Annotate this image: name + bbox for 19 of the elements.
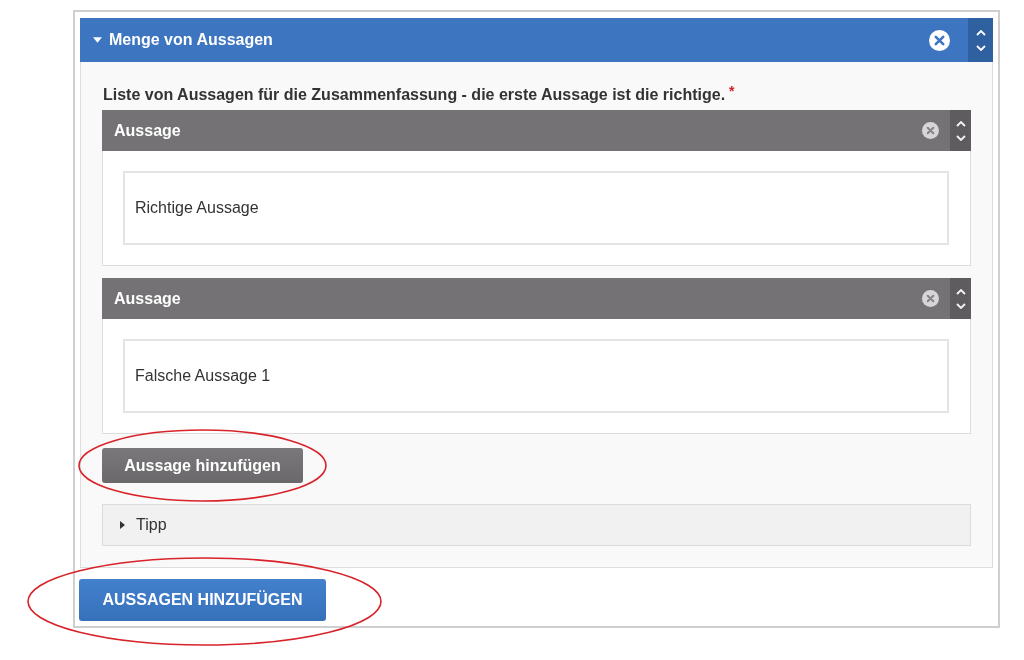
text-field[interactable]: Falsche Aussage 1 xyxy=(123,339,949,413)
close-icon[interactable] xyxy=(922,122,939,139)
hint-toggle[interactable]: Tipp xyxy=(102,504,971,546)
caret-down-icon[interactable] xyxy=(93,37,102,43)
field-label: Liste von Aussagen für die Zusammenfassung - die erste Aussage ist die richtige. xyxy=(103,86,726,103)
chevron-down-icon[interactable] xyxy=(955,302,966,309)
item-title: Aussage xyxy=(114,289,182,308)
close-icon[interactable] xyxy=(922,290,939,307)
close-icon[interactable] xyxy=(929,29,950,51)
add-statement-button[interactable]: Aussage hinzufügen xyxy=(102,448,303,483)
required-mark: * xyxy=(729,83,735,99)
chevron-up-icon[interactable] xyxy=(955,120,966,127)
text-field[interactable]: Richtige Aussage xyxy=(123,171,949,245)
chevron-down-icon[interactable] xyxy=(955,134,966,141)
chevron-up-icon[interactable] xyxy=(955,288,966,295)
caret-right-icon[interactable] xyxy=(120,521,125,529)
add-statements-button[interactable]: AUSSAGEN HINZUFÜGEN xyxy=(79,579,326,621)
panel-title: Menge von Aussagen xyxy=(109,31,274,49)
item-title: Aussage xyxy=(114,121,182,140)
